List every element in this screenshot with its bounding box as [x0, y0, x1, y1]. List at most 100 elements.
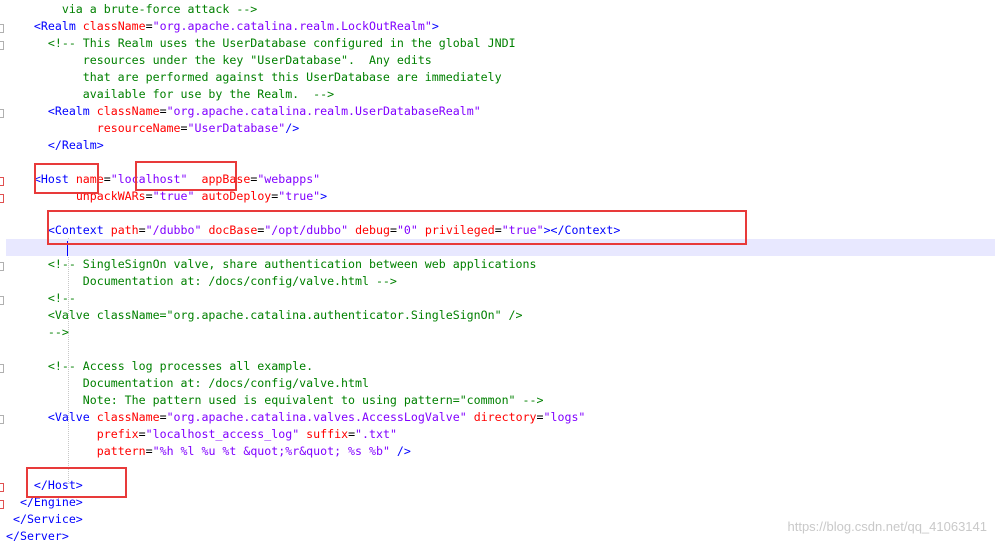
highlight-box-close-host [26, 467, 127, 498]
code-token: </Realm> [47, 138, 104, 152]
code-token: <Realm [33, 19, 83, 33]
code-token: </Service> [12, 512, 83, 526]
code-token: "true" [152, 189, 195, 203]
code-token: --> [6, 325, 69, 339]
code-token: <!-- [47, 291, 76, 305]
code-line[interactable]: available for use by the Realm. --> [6, 86, 334, 103]
fold-marker[interactable] [0, 109, 4, 118]
code-token: "localhost_access_log" [145, 427, 300, 441]
code-line[interactable]: <Valve className="org.apache.catalina.va… [6, 409, 586, 426]
highlight-box-host-tag [34, 163, 99, 194]
code-token: suffix [306, 427, 349, 441]
fold-marker[interactable] [0, 24, 4, 33]
code-token: <Valve className="org.apache.catalina.au… [6, 308, 523, 322]
code-token: directory [473, 410, 537, 424]
code-line[interactable]: Documentation at: /docs/config/valve.htm… [6, 273, 397, 290]
code-token: className [82, 19, 146, 33]
code-token: = [145, 444, 153, 458]
code-line[interactable]: <Realm className="org.apache.catalina.re… [6, 18, 439, 35]
code-token: > [431, 19, 439, 33]
code-token: "org.apache.catalina.valves.AccessLogVal… [166, 410, 467, 424]
fold-marker[interactable] [0, 177, 4, 186]
code-token: resourceName [96, 121, 181, 135]
code-token: = [159, 104, 167, 118]
code-line[interactable]: prefix="localhost_access_log" suffix=".t… [6, 426, 397, 443]
code-token: = [145, 19, 153, 33]
code-line[interactable]: </Server> [6, 528, 69, 545]
code-line[interactable]: </Realm> [6, 137, 104, 154]
highlight-box-context-line [47, 210, 747, 245]
code-token: </Server> [6, 529, 69, 543]
code-token: resources under the key "UserDatabase". … [6, 53, 432, 67]
code-token: = [180, 121, 188, 135]
code-token: that are performed against this UserData… [6, 70, 502, 84]
code-line[interactable]: that are performed against this UserData… [6, 69, 502, 86]
fold-marker[interactable] [0, 194, 4, 203]
fold-marker[interactable] [0, 41, 4, 50]
watermark: https://blog.csdn.net/qq_41063141 [787, 519, 988, 534]
code-token: <!-- This Realm uses the UserDatabase co… [47, 36, 516, 50]
code-line[interactable]: <!-- [6, 290, 76, 307]
code-line[interactable]: <!-- SingleSignOn valve, share authentic… [6, 256, 537, 273]
code-line[interactable]: pattern="%h %l %u %t &quot;%r&quot; %s %… [6, 443, 411, 460]
code-token: "%h %l %u %t &quot;%r&quot; %s %b" [152, 444, 390, 458]
code-line[interactable]: --> [6, 324, 69, 341]
code-token: = [103, 172, 111, 186]
code-token: "org.apache.catalina.realm.LockOutRealm" [152, 19, 432, 33]
code-line[interactable]: Note: The pattern used is equivalent to … [6, 392, 544, 409]
highlight-box-localhost [135, 161, 237, 191]
code-token: <Realm [47, 104, 97, 118]
code-token: pattern [96, 444, 146, 458]
code-line[interactable]: <Realm className="org.apache.catalina.re… [6, 103, 481, 120]
code-token: prefix [96, 427, 139, 441]
code-token: "org.apache.catalina.realm.UserDatabaseR… [166, 104, 481, 118]
code-token: available for use by the Realm. --> [6, 87, 335, 101]
code-token: Documentation at: /docs/config/valve.htm… [6, 274, 397, 288]
code-token: Note: The pattern used is equivalent to … [6, 393, 544, 407]
fold-marker[interactable] [0, 364, 4, 373]
code-token: /> [396, 444, 411, 458]
code-token: = [159, 410, 167, 424]
fold-marker[interactable] [0, 500, 4, 509]
code-token: "webapps" [257, 172, 321, 186]
code-line[interactable]: Documentation at: /docs/config/valve.htm… [6, 375, 369, 392]
code-token: = [536, 410, 544, 424]
code-token: <Valve [47, 410, 97, 424]
code-line[interactable]: <!-- Access log processes all example. [6, 358, 313, 375]
code-editor[interactable]: via a brute-force attack --> <Realm clas… [0, 0, 995, 545]
fold-marker[interactable] [0, 483, 4, 492]
fold-marker[interactable] [0, 415, 4, 424]
code-line[interactable]: resources under the key "UserDatabase". … [6, 52, 432, 69]
code-token: = [138, 427, 146, 441]
code-token: ".txt" [355, 427, 397, 441]
code-token: Documentation at: /docs/config/valve.htm… [6, 376, 369, 390]
fold-marker[interactable] [0, 296, 4, 305]
code-line[interactable]: <!-- This Realm uses the UserDatabase co… [6, 35, 516, 52]
code-token: <!-- Access log processes all example. [47, 359, 314, 373]
code-token: "logs" [543, 410, 586, 424]
code-line[interactable]: resourceName="UserDatabase"/> [6, 120, 299, 137]
code-token: "true" [278, 189, 321, 203]
code-line[interactable]: <Valve className="org.apache.catalina.au… [6, 307, 523, 324]
code-token: <!-- SingleSignOn valve, share authentic… [47, 257, 537, 271]
code-line[interactable]: </Service> [6, 511, 83, 528]
code-token: via a brute-force attack --> [6, 2, 258, 16]
code-line[interactable]: via a brute-force attack --> [6, 1, 257, 18]
code-token: "UserDatabase" [187, 121, 286, 135]
fold-marker[interactable] [0, 262, 4, 271]
